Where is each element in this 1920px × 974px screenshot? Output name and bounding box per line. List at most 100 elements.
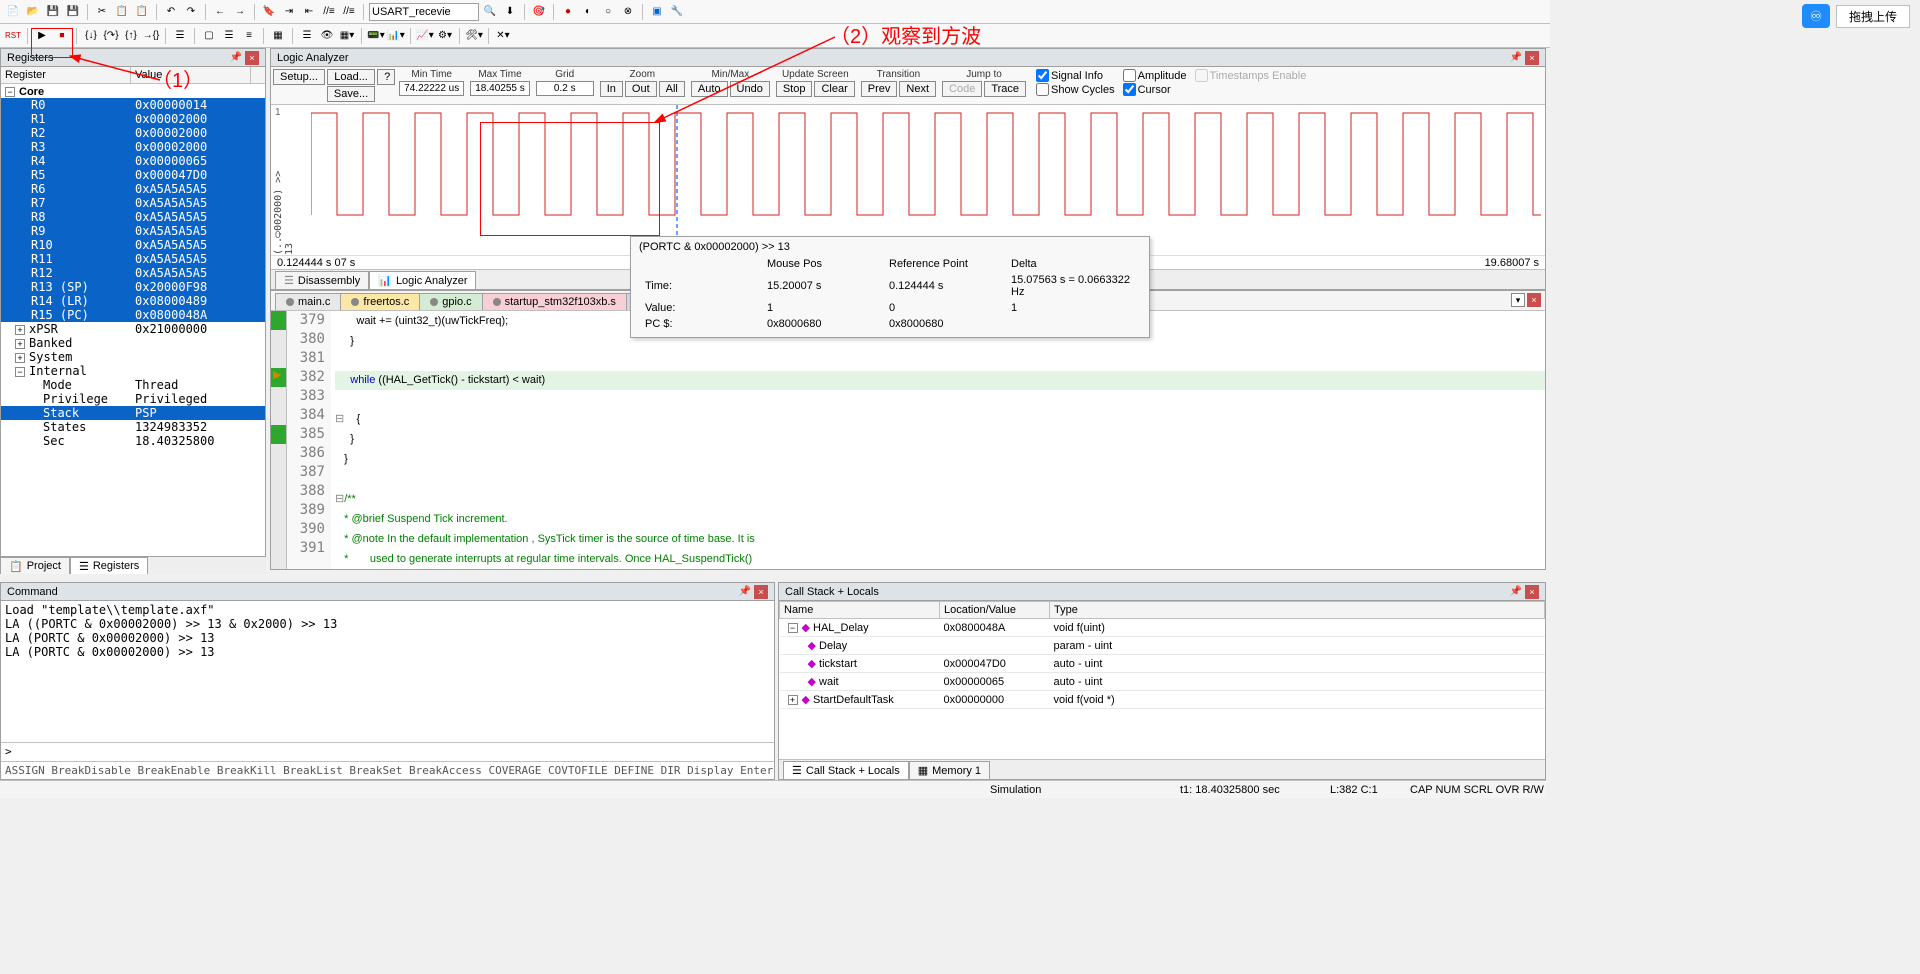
bookmark-icon[interactable]: 🔖 bbox=[260, 3, 278, 21]
copy-icon[interactable]: 📋 bbox=[113, 3, 131, 21]
file-tab[interactable]: gpio.c bbox=[419, 293, 482, 310]
file-tab[interactable]: freertos.c bbox=[340, 293, 420, 310]
register-row[interactable]: R20x00002000 bbox=[1, 126, 265, 140]
debug-settings-icon[interactable]: ✕▾ bbox=[494, 27, 512, 45]
serial-window-icon[interactable]: 📟▾ bbox=[367, 27, 385, 45]
la-next-button[interactable]: Next bbox=[899, 81, 936, 97]
la-zoom-out[interactable]: Out bbox=[625, 81, 657, 97]
la-waveform[interactable]: 1 0 (...002000) >> 13 bbox=[271, 105, 1545, 255]
find-icon[interactable]: 🔍 bbox=[481, 3, 499, 21]
register-row[interactable]: R10x00002000 bbox=[1, 112, 265, 126]
upload-button[interactable]: 拖拽上传 bbox=[1836, 5, 1910, 28]
register-group[interactable]: +xPSR0x21000000 bbox=[1, 322, 265, 336]
command-output[interactable]: Load "template\\template.axf" LA ((PORTC… bbox=[1, 601, 774, 742]
redo-icon[interactable]: ↷ bbox=[182, 3, 200, 21]
callstack-row[interactable]: ◆ wait0x00000065auto - uint bbox=[780, 673, 1545, 691]
memory-window-icon[interactable]: ▦▾ bbox=[338, 27, 356, 45]
disasm-window-icon[interactable]: ☰ bbox=[220, 27, 238, 45]
register-group[interactable]: −Internal bbox=[1, 364, 265, 378]
run-icon[interactable]: ▶ bbox=[33, 27, 51, 45]
register-row[interactable]: R60xA5A5A5A5 bbox=[1, 182, 265, 196]
registers-body[interactable]: −CoreR00x00000014R10x00002000R20x0000200… bbox=[1, 84, 265, 564]
bp-disable-icon[interactable]: ○ bbox=[599, 3, 617, 21]
pin-icon[interactable]: 📌 bbox=[1509, 51, 1523, 65]
tab-callstack[interactable]: ☰ Call Stack + Locals bbox=[783, 761, 909, 779]
toolbox-icon[interactable]: 🛠▾ bbox=[465, 27, 483, 45]
step-into-icon[interactable]: {↓} bbox=[82, 27, 100, 45]
indent-icon[interactable]: ⇥ bbox=[280, 3, 298, 21]
register-row[interactable]: R120xA5A5A5A5 bbox=[1, 266, 265, 280]
pin-icon[interactable]: 📌 bbox=[1509, 585, 1523, 599]
la-auto-button[interactable]: Auto bbox=[691, 81, 728, 97]
analysis-window-icon[interactable]: 📊▾ bbox=[387, 27, 405, 45]
tab-project[interactable]: 📋 Project bbox=[0, 557, 70, 574]
la-amplitude-check[interactable]: Amplitude bbox=[1123, 69, 1187, 82]
symbol-window-icon[interactable]: ≡ bbox=[240, 27, 258, 45]
la-zoom-all[interactable]: All bbox=[659, 81, 685, 97]
cloud-upload-icon[interactable]: ♾ bbox=[1802, 4, 1830, 28]
step-over-icon[interactable]: {↷} bbox=[102, 27, 120, 45]
config-icon[interactable]: 🔧 bbox=[668, 3, 686, 21]
la-zoom-in[interactable]: In bbox=[600, 81, 623, 97]
saveall-icon[interactable]: 💾 bbox=[64, 3, 82, 21]
close-icon[interactable]: × bbox=[754, 585, 768, 599]
fwd-icon[interactable]: → bbox=[231, 3, 249, 21]
registers-window-icon[interactable]: ▦ bbox=[269, 27, 287, 45]
tab-memory[interactable]: ▦ Memory 1 bbox=[909, 761, 990, 779]
open-icon[interactable]: 📂 bbox=[24, 3, 42, 21]
la-jump-code[interactable]: Code bbox=[942, 81, 982, 97]
la-help-button[interactable]: ? bbox=[377, 69, 395, 85]
register-row[interactable]: R30x00002000 bbox=[1, 140, 265, 154]
register-row[interactable]: Sec18.40325800 bbox=[1, 434, 265, 448]
outdent-icon[interactable]: ⇤ bbox=[300, 3, 318, 21]
la-undo-button[interactable]: Undo bbox=[730, 81, 770, 97]
la-cursor-check[interactable]: Cursor bbox=[1123, 83, 1187, 96]
la-show-cycles-check[interactable]: Show Cycles bbox=[1036, 83, 1115, 96]
la-prev-button[interactable]: Prev bbox=[861, 81, 898, 97]
paste-icon[interactable]: 📋 bbox=[133, 3, 151, 21]
subtab-logic-analyzer[interactable]: 📊 Logic Analyzer bbox=[369, 271, 476, 289]
register-row[interactable]: R14 (LR)0x08000489 bbox=[1, 294, 265, 308]
register-row[interactable]: R100xA5A5A5A5 bbox=[1, 238, 265, 252]
debug-icon[interactable]: 🎯 bbox=[530, 3, 548, 21]
la-setup-button[interactable]: Setup... bbox=[273, 69, 325, 85]
close-icon[interactable]: × bbox=[245, 51, 259, 65]
close-icon[interactable]: × bbox=[1525, 51, 1539, 65]
callstack-window-icon[interactable]: ☰ bbox=[298, 27, 316, 45]
comment-icon[interactable]: //≡ bbox=[320, 3, 338, 21]
find-combo[interactable] bbox=[369, 3, 479, 21]
save-icon[interactable]: 💾 bbox=[44, 3, 62, 21]
la-signal-info-check[interactable]: Signal Info bbox=[1036, 69, 1115, 82]
callstack-row[interactable]: ◆ Delayparam - uint bbox=[780, 637, 1545, 655]
register-row[interactable]: R110xA5A5A5A5 bbox=[1, 252, 265, 266]
la-stop-button[interactable]: Stop bbox=[776, 81, 813, 97]
la-jump-trace[interactable]: Trace bbox=[984, 81, 1026, 97]
register-row[interactable]: R90xA5A5A5A5 bbox=[1, 224, 265, 238]
trace-window-icon[interactable]: 📈▾ bbox=[416, 27, 434, 45]
callstack-table[interactable]: Name Location/Value Type −◆ HAL_Delay0x0… bbox=[779, 601, 1545, 709]
register-row[interactable]: R13 (SP)0x20000F98 bbox=[1, 280, 265, 294]
close-icon[interactable]: × bbox=[1527, 293, 1541, 307]
back-icon[interactable]: ← bbox=[211, 3, 229, 21]
show-disasm-icon[interactable]: ☰ bbox=[171, 27, 189, 45]
window-icon[interactable]: ▣ bbox=[648, 3, 666, 21]
register-row[interactable]: R50x000047D0 bbox=[1, 168, 265, 182]
register-row[interactable]: R80xA5A5A5A5 bbox=[1, 210, 265, 224]
stop-icon[interactable]: ⏹ bbox=[53, 27, 71, 45]
register-row[interactable]: R15 (PC)0x0800048A bbox=[1, 308, 265, 322]
close-icon[interactable]: × bbox=[1525, 585, 1539, 599]
pin-icon[interactable]: 📌 bbox=[229, 51, 243, 65]
watch-window-icon[interactable]: 👁 bbox=[318, 27, 336, 45]
breakpoint-gutter[interactable] bbox=[271, 311, 287, 569]
register-row[interactable]: ModeThread bbox=[1, 378, 265, 392]
pin-icon[interactable]: 📌 bbox=[738, 585, 752, 599]
code-text[interactable]: wait += (uint32_t)(uwTickFreq); } while … bbox=[331, 311, 1545, 569]
new-icon[interactable]: 📄 bbox=[4, 3, 22, 21]
uncomment-icon[interactable]: //≡ bbox=[340, 3, 358, 21]
register-row[interactable]: PrivilegePrivileged bbox=[1, 392, 265, 406]
reset-icon[interactable]: RST bbox=[4, 27, 22, 45]
file-tab[interactable]: main.c bbox=[275, 293, 341, 310]
system-viewer-icon[interactable]: ⚙▾ bbox=[436, 27, 454, 45]
la-save-button[interactable]: Save... bbox=[327, 86, 375, 102]
register-row[interactable]: R70xA5A5A5A5 bbox=[1, 196, 265, 210]
